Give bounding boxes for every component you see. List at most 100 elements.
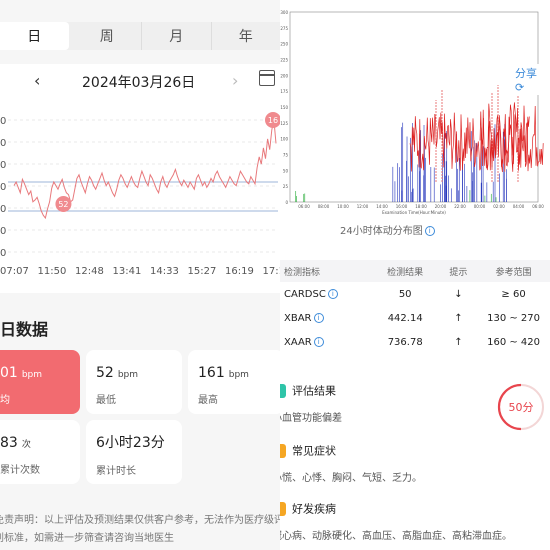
- x-tick-label: 18:00: [415, 204, 427, 209]
- table-row: CARDSC i 50 ↓ ≥ 60: [280, 282, 550, 306]
- stat-count-label: 累计次数: [0, 465, 40, 476]
- header-range: 参考范围: [495, 267, 532, 278]
- x-tick-label: 10:00: [337, 204, 349, 209]
- tab-year[interactable]: 年: [212, 22, 281, 50]
- stat-duration-label: 累计时长: [96, 466, 136, 477]
- x-tick-label: 11:50: [38, 266, 67, 277]
- symptoms-body: 心慌、心悸、胸闷、气短、乏力。: [280, 473, 422, 484]
- x-tick-label: 14:33: [150, 266, 179, 277]
- table-header: 检测指标 检测结果 提示 参考范围: [280, 260, 550, 282]
- share-button[interactable]: 分享 ⟳: [512, 64, 550, 95]
- x-axis-label: Examination Time(Hour:Minute): [382, 210, 446, 215]
- metrics-table: 检测指标 检测结果 提示 参考范围 CARDSC i 50 ↓ ≥ 60 XBAR…: [280, 260, 550, 354]
- calendar-icon[interactable]: [259, 70, 275, 86]
- y-tick-label: 0: [0, 160, 6, 171]
- up-arrow-icon: ↑: [454, 336, 463, 348]
- y-tick-label: 200: [280, 73, 288, 78]
- x-tick-label: 16:19: [225, 266, 254, 277]
- stat-average-unit: bpm: [21, 370, 43, 380]
- x-tick-label: 04:00: [513, 204, 525, 209]
- diseases-section: 好发疾病 冠心病、动脉硬化、高血压、高脂血症、高粘滞血症。: [280, 498, 550, 542]
- y-tick-label: 0: [0, 204, 6, 215]
- x-tick-label: 14:00: [376, 204, 388, 209]
- current-date: 2024年03月26日: [82, 75, 196, 91]
- header-indicator: 检测指标: [284, 267, 321, 278]
- row-range: 160 ~ 420: [487, 336, 541, 348]
- date-navigator: ‹ 2024年03月26日 ›: [0, 64, 280, 98]
- distribution-title-text: 24小时体动分布图: [340, 226, 423, 237]
- share-icon: ⟳: [515, 81, 525, 94]
- y-tick-label: 275: [280, 26, 288, 31]
- activity-distribution-chart: 0 25 50 75 100 125 150 175 200 225 250 275 300 06:00 0…: [280, 0, 550, 238]
- stat-min-label: 最低: [96, 395, 116, 406]
- assessment-title: 评估结果: [292, 384, 336, 398]
- row-name: XBAR: [284, 312, 312, 324]
- stat-count-value: 83: [0, 435, 18, 451]
- tab-day[interactable]: 日: [0, 22, 69, 50]
- y-tick-label: 225: [280, 58, 288, 63]
- y-tick-label: 100: [280, 137, 288, 142]
- stat-card-average: 01 bpm 均: [0, 350, 80, 414]
- symptoms-icon: [280, 443, 286, 458]
- stat-max-unit: bpm: [228, 370, 249, 380]
- tab-month[interactable]: 月: [142, 22, 212, 50]
- y-tick-label: 0: [0, 182, 6, 193]
- row-range: ≥ 60: [501, 288, 526, 300]
- x-tick-label: 12:48: [75, 266, 104, 277]
- distribution-title: 24小时体动分布图 i: [340, 222, 435, 237]
- stat-card-min: 52 bpm 最低: [86, 350, 182, 414]
- next-day-icon[interactable]: ›: [232, 71, 238, 90]
- x-tick-label: 07:07: [0, 266, 29, 277]
- assessment-section: 评估结果 心血管功能偏差: [280, 380, 502, 424]
- stat-card-max: 161 bpm 最高: [188, 350, 280, 414]
- row-range: 130 ~ 270: [487, 312, 541, 324]
- stat-min-unit: bpm: [117, 370, 139, 380]
- max-marker-label: 16: [268, 116, 278, 125]
- y-tick-label: 50: [283, 168, 289, 173]
- score-ring: 50分: [497, 383, 544, 431]
- prev-day-icon[interactable]: ‹: [34, 71, 40, 90]
- day-data-title: 日数据: [0, 320, 49, 339]
- assessment-icon: [280, 383, 286, 398]
- stat-average-value: 01: [0, 365, 18, 381]
- diseases-body: 冠心病、动脉硬化、高血压、高脂血症、高粘滞血症。: [280, 531, 512, 542]
- diseases-icon: [280, 501, 286, 516]
- stat-count-unit: 次: [21, 440, 31, 450]
- y-tick-label: 300: [280, 10, 288, 15]
- x-tick-label: 17:11: [263, 266, 281, 277]
- info-icon[interactable]: i: [424, 226, 435, 236]
- info-icon[interactable]: i: [313, 336, 324, 347]
- y-tick-label: 175: [280, 89, 288, 94]
- y-tick-label: 0: [0, 226, 6, 237]
- table-row: XAAR i 736.78 ↑ 160 ~ 420: [280, 330, 550, 354]
- symptoms-section: 常见症状 心慌、心悸、胸闷、气短、乏力。: [280, 440, 502, 484]
- y-tick-label: 0: [0, 116, 6, 127]
- y-tick-label: 150: [280, 105, 288, 110]
- report-panel: 0 25 50 75 100 125 150 175 200 225 250 275 300 06:00 0…: [280, 0, 550, 550]
- x-tick-label: 08:00: [318, 204, 330, 209]
- heart-rate-chart-svg: 0 0 0 0 0 0 0 52 16 07:07 11:50 12:48 13:41 14:33 15:2…: [0, 112, 281, 277]
- row-name: XAAR: [284, 336, 312, 348]
- x-tick-label: 22:00: [454, 204, 466, 209]
- stat-min-value: 52: [96, 365, 114, 381]
- disclaimer-text: 免责声明：以上评估及预测结果仅供客户参考，无法作为医疗级评判标准，如需进一步筛查…: [0, 515, 280, 544]
- x-tick-label: 00:00: [474, 204, 486, 209]
- plot-area: [289, 11, 539, 203]
- x-tick-label: 06:00: [532, 204, 544, 209]
- info-icon[interactable]: i: [327, 288, 338, 299]
- info-icon[interactable]: i: [313, 312, 324, 323]
- header-hint: 提示: [449, 267, 468, 278]
- y-tick-label: 125: [280, 121, 288, 126]
- stat-max-label: 最高: [198, 395, 218, 406]
- diseases-title: 好发疾病: [292, 502, 336, 516]
- x-tick-label: 12:00: [357, 204, 369, 209]
- activity-chart-svg: 0 25 50 75 100 125 150 175 200 225 250 275 300 06:00 0…: [280, 10, 544, 215]
- y-tick-label: 0: [285, 200, 288, 205]
- header-result: 检测结果: [387, 267, 424, 278]
- min-marker-label: 52: [58, 200, 68, 209]
- x-tick-label: 15:27: [188, 266, 217, 277]
- tab-week[interactable]: 周: [73, 22, 142, 50]
- down-arrow-icon: ↓: [454, 288, 463, 300]
- symptoms-title: 常见症状: [292, 444, 336, 458]
- y-tick-label: 0: [0, 248, 6, 259]
